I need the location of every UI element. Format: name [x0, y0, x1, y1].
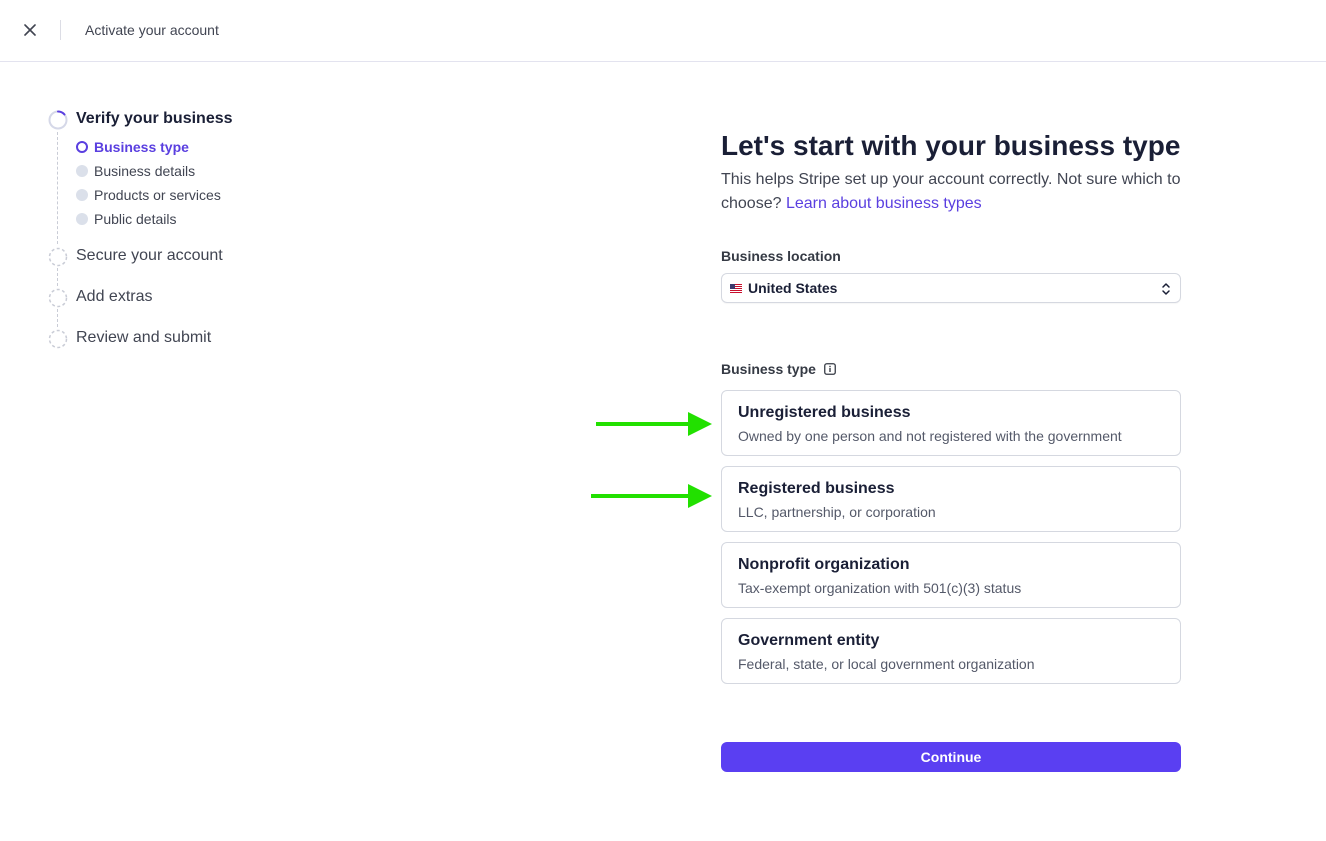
learn-business-types-link[interactable]: Learn about business types: [786, 195, 982, 212]
step-secure-account[interactable]: Secure your account: [46, 245, 306, 269]
substep-label: Business details: [94, 163, 196, 179]
business-type-label-text: Business type: [721, 361, 816, 377]
page-header-title: Activate your account: [85, 22, 219, 38]
business-type-option-nonprofit[interactable]: Nonprofit organization Tax-exempt organi…: [721, 542, 1181, 608]
close-button[interactable]: [20, 20, 40, 40]
step-verify-business[interactable]: Verify your business: [46, 108, 306, 132]
step-label: Add extras: [76, 288, 153, 305]
step-label: Verify your business: [76, 110, 233, 127]
option-title: Unregistered business: [738, 404, 911, 421]
onboarding-stepper: Verify your business Business type Busin…: [46, 108, 306, 351]
chevron-up-down-icon: [1162, 283, 1170, 295]
substep-business-type[interactable]: Business type: [76, 138, 189, 156]
substep-dot-icon: [76, 165, 88, 177]
pending-step-icon: [48, 329, 68, 349]
business-location-label: Business location: [721, 248, 841, 264]
top-bar: Activate your account: [0, 0, 1326, 62]
step-label: Secure your account: [76, 247, 223, 264]
substep-active-dot-icon: [76, 141, 88, 153]
business-location-select[interactable]: United States: [721, 273, 1181, 303]
option-description: LLC, partnership, or corporation: [738, 504, 936, 520]
substep-label: Business type: [94, 139, 189, 155]
page-title: Let's start with your business type: [721, 130, 1181, 161]
option-description: Tax-exempt organization with 501(c)(3) s…: [738, 580, 1022, 596]
page-subtitle: This helps Stripe set up your account co…: [721, 168, 1191, 216]
option-description: Owned by one person and not registered w…: [738, 428, 1122, 444]
substep-label: Products or services: [94, 187, 221, 203]
info-icon[interactable]: [824, 363, 836, 375]
substep-dot-icon: [76, 213, 88, 225]
pending-step-icon: [48, 288, 68, 308]
main-content: Let's start with your business type This…: [721, 128, 1181, 772]
progress-ring-icon: [48, 110, 68, 130]
continue-button[interactable]: Continue: [721, 742, 1181, 772]
substep-list: Business type Business details Products …: [46, 132, 306, 244]
annotation-arrow-icon: [591, 484, 712, 508]
step-add-extras[interactable]: Add extras: [46, 286, 306, 310]
substep-products-services[interactable]: Products or services: [76, 186, 221, 204]
option-title: Nonprofit organization: [738, 556, 910, 573]
annotation-arrow-icon: [596, 412, 712, 436]
option-title: Government entity: [738, 632, 880, 649]
us-flag-icon: [730, 283, 742, 293]
option-description: Federal, state, or local government orga…: [738, 656, 1035, 672]
step-review-submit[interactable]: Review and submit: [46, 327, 306, 351]
close-icon: [24, 24, 36, 36]
business-type-option-unregistered[interactable]: Unregistered business Owned by one perso…: [721, 390, 1181, 456]
selected-location: United States: [748, 280, 838, 296]
stepper-connector: [57, 268, 58, 286]
option-title: Registered business: [738, 480, 895, 497]
business-type-option-government[interactable]: Government entity Federal, state, or loc…: [721, 618, 1181, 684]
step-label: Review and submit: [76, 329, 212, 346]
pending-step-icon: [48, 247, 68, 267]
substep-label: Public details: [94, 211, 177, 227]
stepper-connector: [57, 309, 58, 327]
substep-public-details[interactable]: Public details: [76, 210, 177, 228]
substep-business-details[interactable]: Business details: [76, 162, 195, 180]
substep-dot-icon: [76, 189, 88, 201]
business-type-label: Business type: [721, 361, 836, 377]
topbar-divider: [60, 20, 61, 40]
business-type-option-registered[interactable]: Registered business LLC, partnership, or…: [721, 466, 1181, 532]
